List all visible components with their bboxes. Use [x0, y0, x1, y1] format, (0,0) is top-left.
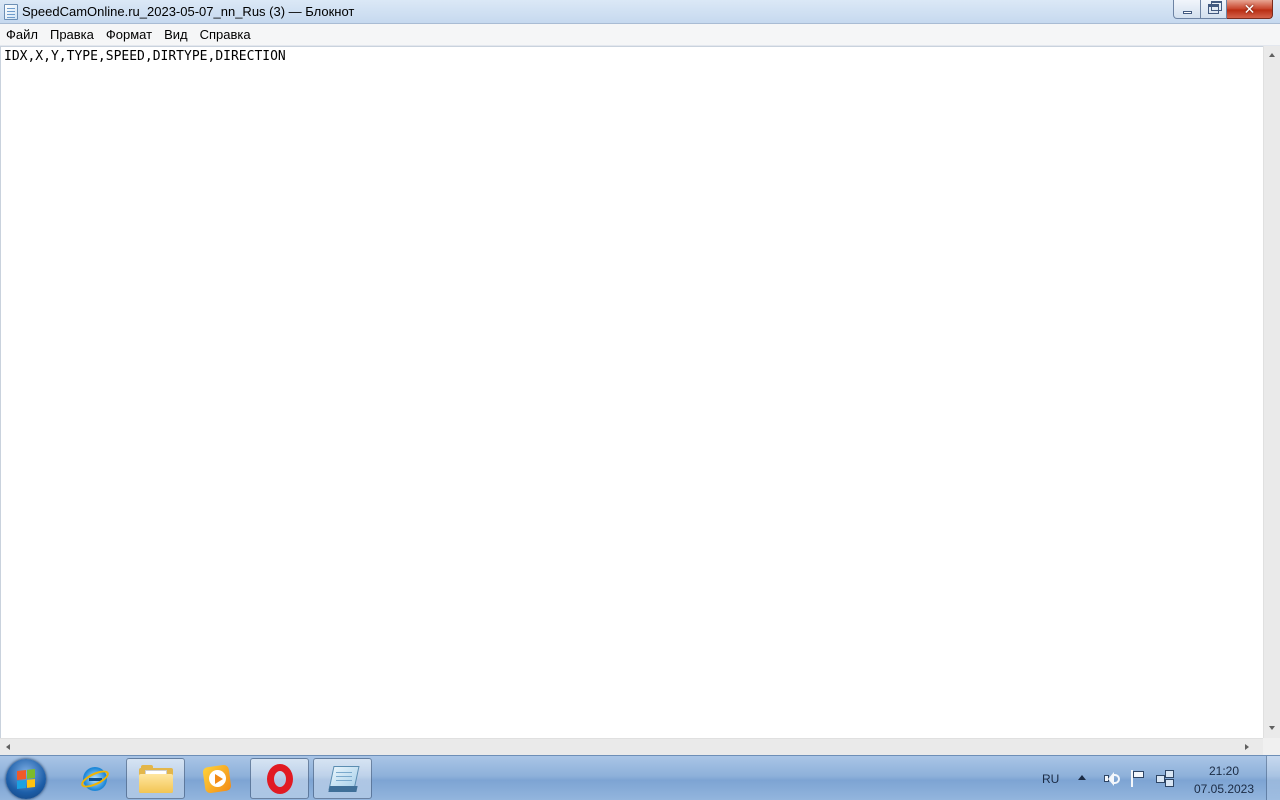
menu-format[interactable]: Формат — [100, 25, 158, 45]
clock-date: 07.05.2023 — [1193, 782, 1255, 796]
clock-time: 21:20 — [1208, 764, 1240, 778]
window-controls: ✕ — [1173, 0, 1273, 19]
scrollbar-corner — [1263, 738, 1280, 755]
maximize-button[interactable] — [1201, 0, 1227, 19]
taskbar-media-player[interactable] — [187, 758, 246, 799]
scroll-up-icon[interactable] — [1269, 53, 1275, 57]
volume-icon[interactable] — [1104, 771, 1120, 787]
taskbar-file-explorer[interactable] — [126, 758, 185, 799]
notepad-icon — [327, 764, 360, 794]
window-title: SpeedCamOnline.ru_2023-05-07_nn_Rus (3) … — [22, 4, 355, 19]
start-button[interactable] — [6, 759, 46, 799]
taskbar-opera[interactable] — [250, 758, 309, 799]
close-button[interactable]: ✕ — [1227, 0, 1273, 19]
taskbar-internet-explorer[interactable] — [65, 758, 124, 799]
window-title-bar[interactable]: SpeedCamOnline.ru_2023-05-07_nn_Rus (3) … — [0, 0, 1280, 24]
file-explorer-icon — [138, 764, 173, 793]
minimize-button[interactable] — [1173, 0, 1201, 19]
editor-text-content[interactable]: IDX,X,Y,TYPE,SPEED,DIRTYPE,DIRECTION — [4, 49, 286, 65]
taskbar: RU 21:20 07.05.2023 — [0, 755, 1280, 800]
close-icon: ✕ — [1243, 1, 1256, 17]
menu-bar: Файл Правка Формат Вид Справка — [0, 24, 1280, 46]
show-hidden-icons-icon[interactable] — [1078, 775, 1086, 780]
scroll-right-icon[interactable] — [1245, 744, 1249, 750]
menu-view[interactable]: Вид — [158, 25, 194, 45]
scroll-left-icon[interactable] — [6, 744, 10, 750]
restore-icon — [1208, 1, 1222, 14]
media-player-icon — [201, 763, 232, 794]
internet-explorer-icon — [78, 764, 111, 794]
minimize-icon — [1182, 10, 1192, 14]
windows-start-icon — [17, 769, 35, 789]
menu-file[interactable]: Файл — [0, 25, 44, 45]
text-editor-area[interactable]: IDX,X,Y,TYPE,SPEED,DIRTYPE,DIRECTION — [0, 46, 1263, 738]
vertical-scrollbar[interactable] — [1263, 46, 1280, 738]
taskbar-clock[interactable]: 21:20 07.05.2023 — [1186, 762, 1262, 798]
language-indicator[interactable]: RU — [1042, 772, 1059, 786]
scroll-down-icon[interactable] — [1269, 726, 1275, 730]
taskbar-notepad[interactable] — [313, 758, 372, 799]
menu-help[interactable]: Справка — [194, 25, 257, 45]
action-center-flag-icon[interactable] — [1130, 770, 1146, 788]
notepad-icon — [4, 4, 18, 20]
opera-icon — [265, 763, 295, 795]
menu-edit[interactable]: Правка — [44, 25, 100, 45]
horizontal-scrollbar[interactable] — [0, 738, 1263, 755]
show-desktop-button[interactable] — [1266, 756, 1280, 800]
network-icon[interactable] — [1156, 770, 1176, 788]
